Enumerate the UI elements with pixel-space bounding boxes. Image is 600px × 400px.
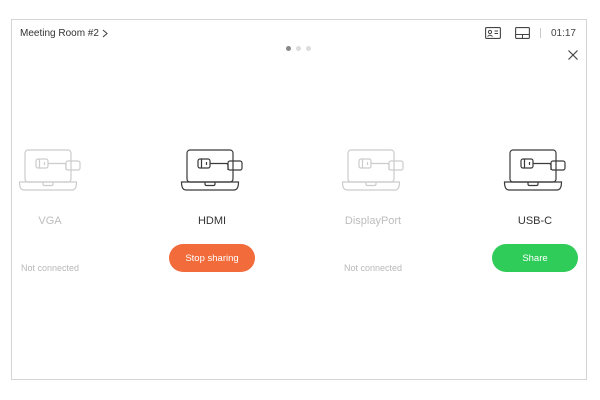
source-vga[interactable]: VGA Not connected: [0, 148, 110, 282]
laptop-icon: [180, 149, 243, 191]
source-name: USB-C: [517, 215, 553, 227]
page-dot-3[interactable]: [306, 46, 311, 51]
source-name: HDMI: [197, 215, 227, 227]
source-name: VGA: [38, 215, 62, 227]
share-button[interactable]: Share: [492, 244, 578, 272]
chevron-right-icon: [102, 29, 108, 38]
source-usb-c[interactable]: USB-C Share: [475, 148, 595, 272]
laptop-icon: [503, 149, 566, 191]
source-hdmi[interactable]: HDMI Stop sharing: [152, 148, 272, 272]
laptop-icon: [18, 149, 81, 191]
self-view-camera-icon[interactable]: [485, 27, 501, 39]
source-name: DisplayPort: [344, 215, 402, 227]
page-dot-1[interactable]: [286, 46, 291, 51]
stop-sharing-button[interactable]: Stop sharing: [169, 244, 255, 272]
page-indicator: [286, 46, 311, 51]
source-displayport[interactable]: DisplayPort Not connected: [313, 148, 433, 282]
sharing-panel: Meeting Room #2 01:17 VGA Not connected …: [11, 19, 587, 380]
status-bar: 01:17: [485, 26, 576, 40]
connection-status: Not connected: [20, 263, 80, 273]
page-dot-2[interactable]: [296, 46, 301, 51]
connection-status: Not connected: [343, 263, 403, 273]
room-title: Meeting Room #2: [20, 28, 99, 39]
room-title-link[interactable]: Meeting Room #2: [20, 28, 108, 39]
divider: [539, 28, 541, 38]
laptop-icon: [341, 149, 404, 191]
close-icon[interactable]: [566, 48, 580, 62]
clock: 01:17: [550, 27, 576, 39]
layout-icon[interactable]: [515, 27, 530, 39]
